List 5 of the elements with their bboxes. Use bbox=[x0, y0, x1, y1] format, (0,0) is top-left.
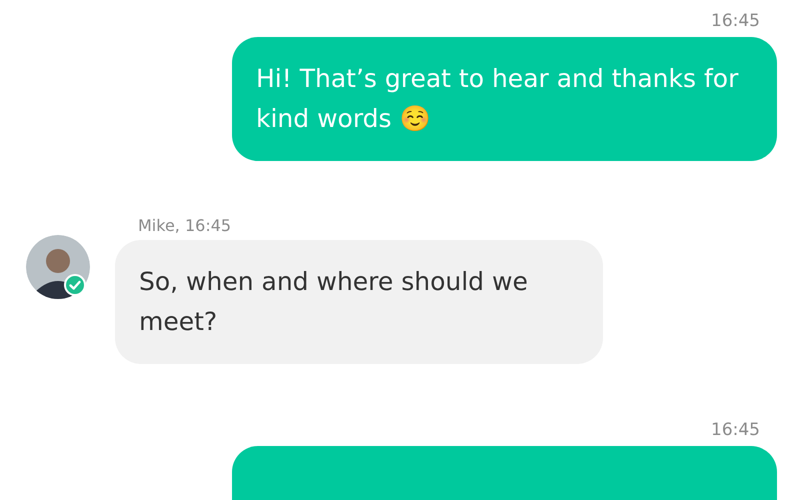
sender-time: Mike, 16:45 bbox=[138, 216, 232, 236]
message-bubble: So, when and where should we meet? bbox=[115, 240, 603, 364]
message-time: 16:45 bbox=[711, 10, 760, 32]
message-time: 16:45 bbox=[711, 419, 760, 441]
message-bubble: Hi! That’s great to hear and thanks for kind words ☺ bbox=[232, 37, 777, 161]
